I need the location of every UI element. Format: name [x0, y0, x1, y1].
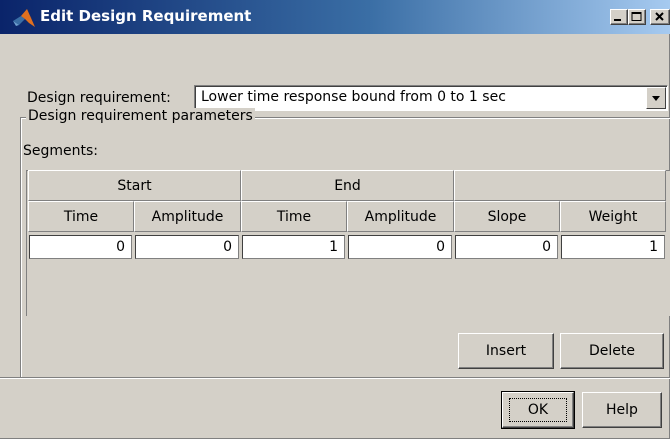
segments-label: Segments: [23, 143, 99, 159]
column-header-end-time[interactable]: Time [241, 201, 347, 232]
column-header-start-time[interactable]: Time [28, 201, 134, 232]
minimize-icon [614, 19, 621, 21]
column-header-start-amplitude[interactable]: Amplitude [134, 201, 241, 232]
cell-end-amplitude[interactable]: 0 [348, 235, 452, 259]
ok-button[interactable]: OK [502, 392, 574, 428]
help-button[interactable]: Help [582, 392, 662, 428]
cell-start-time[interactable]: 0 [29, 235, 132, 259]
window-title: Edit Design Requirement [40, 7, 252, 25]
maximize-icon [631, 12, 642, 21]
close-icon [655, 12, 664, 21]
column-group-other [454, 170, 666, 201]
focus-rectangle [509, 398, 567, 422]
edit-design-requirement-dialog: Edit Design Requirement Design requireme… [0, 0, 670, 439]
column-group-start: Start [28, 170, 241, 201]
cell-slope[interactable]: 0 [455, 235, 558, 259]
cell-weight[interactable]: 1 [561, 235, 665, 259]
title-bar[interactable]: Edit Design Requirement [0, 0, 670, 34]
delete-button[interactable]: Delete [560, 333, 664, 369]
minimize-button[interactable] [610, 9, 628, 25]
column-header-weight[interactable]: Weight [560, 201, 666, 232]
parameters-group-label: Design requirement parameters [26, 108, 255, 124]
column-header-end-amplitude[interactable]: Amplitude [347, 201, 454, 232]
maximize-button[interactable] [628, 9, 646, 25]
footer-separator [0, 377, 670, 379]
cell-end-time[interactable]: 1 [242, 235, 345, 259]
design-requirement-value: Lower time response bound from 0 to 1 se… [201, 89, 506, 105]
cell-start-amplitude[interactable]: 0 [135, 235, 239, 259]
matlab-logo-icon [13, 9, 35, 27]
insert-button[interactable]: Insert [458, 333, 554, 369]
chevron-down-icon[interactable] [646, 87, 666, 109]
column-group-end: End [241, 170, 454, 201]
design-requirement-label: Design requirement: [27, 90, 171, 106]
column-header-slope[interactable]: Slope [454, 201, 560, 232]
close-button[interactable] [650, 9, 670, 25]
design-requirement-select[interactable]: Lower time response bound from 0 to 1 se… [194, 85, 668, 111]
